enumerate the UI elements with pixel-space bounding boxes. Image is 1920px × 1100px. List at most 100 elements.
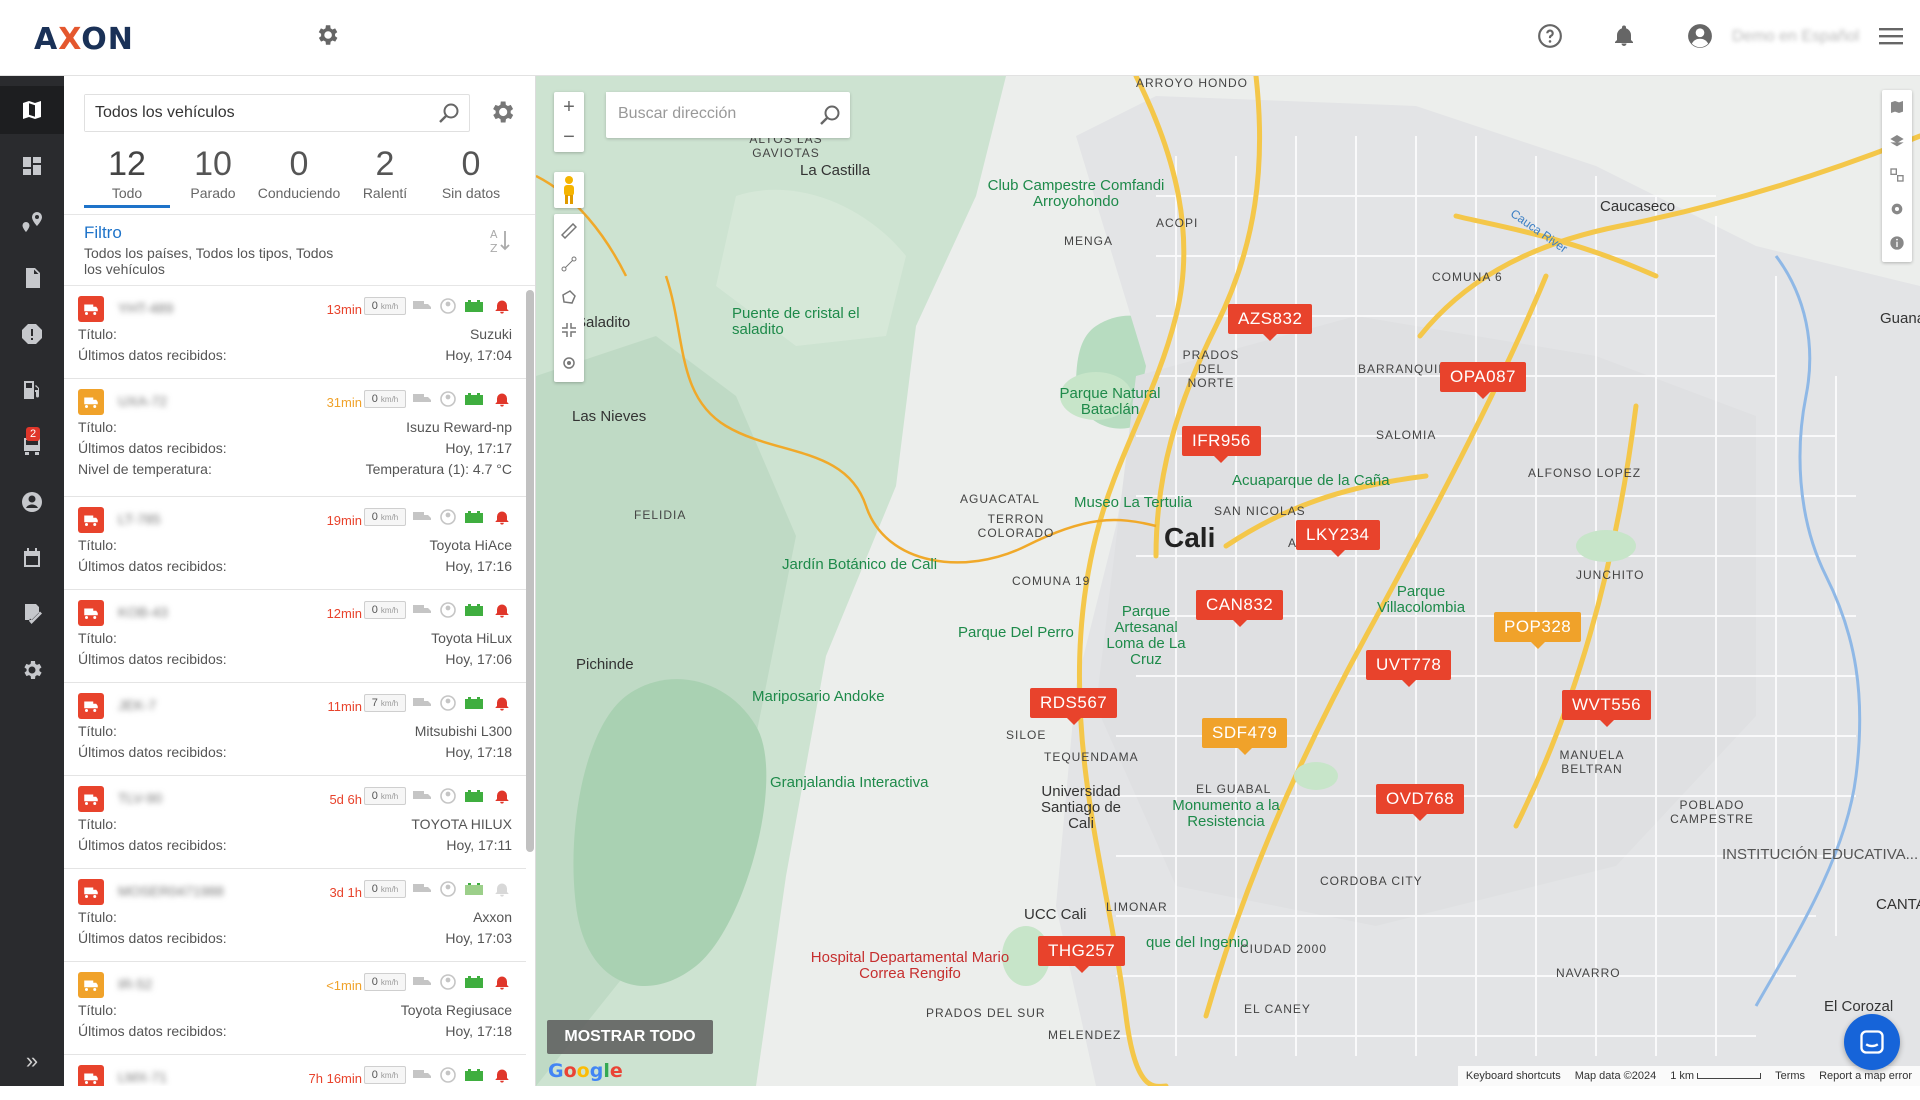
map-label: MENGA <box>1064 234 1114 248</box>
vehicle-list-item[interactable]: JEK-7 11min 7 km/h Título: Mitsubishi L300 Úl… <box>64 683 526 776</box>
vehicle-marker[interactable]: AZS832 <box>1228 304 1313 341</box>
vehicle-marker[interactable]: POP328 <box>1494 612 1582 649</box>
ruler-icon[interactable] <box>554 214 584 247</box>
show-all-button[interactable]: MOSTRAR TODO <box>547 1020 713 1054</box>
vehicle-marker[interactable]: CAN832 <box>1196 590 1284 627</box>
search-icon[interactable] <box>437 101 461 125</box>
route-icon[interactable] <box>554 247 584 280</box>
collapse-icon[interactable] <box>554 313 584 346</box>
expand-nav-chevrons-icon[interactable]: » <box>0 1037 64 1085</box>
vehicle-list-item[interactable]: YHT-489 13min 0 km/h Título: Suzuki Últimos d… <box>64 286 526 379</box>
field-label: Nivel de temperatura: <box>78 461 212 477</box>
chat-support-button[interactable] <box>1844 1014 1900 1070</box>
list-settings-gear-icon[interactable] <box>488 98 516 126</box>
nav-alerts-icon[interactable] <box>0 310 64 358</box>
vehicle-list-item[interactable]: LT-785 19min 0 km/h Título: Toyota HiAce Últi… <box>64 497 526 590</box>
address-search-input[interactable] <box>606 92 806 136</box>
field-value: Mitsubishi L300 <box>414 723 512 739</box>
vehicle-list-item[interactable]: IR-52 <1min 0 km/h Título: Toyota Regiusace Ú… <box>64 962 526 1055</box>
map-label: ACOPI <box>1156 216 1199 230</box>
vehicle-list-item[interactable]: MOSER0471988 3d 1h 0 km/h Título: Axxon Últim… <box>64 869 526 962</box>
zoom-in-icon[interactable]: + <box>554 92 584 122</box>
scale-bar[interactable]: 1 km <box>1670 1070 1762 1082</box>
alarm-bell-icon <box>495 300 509 314</box>
nav-tasks-icon[interactable] <box>0 590 64 638</box>
vehicle-marker[interactable]: IFR956 <box>1182 426 1261 463</box>
vehicle-marker[interactable]: WVT556 <box>1562 690 1652 727</box>
nav-map-icon[interactable] <box>0 86 64 134</box>
list-scrollbar[interactable] <box>526 290 534 852</box>
map-label: COMUNA 19 <box>1012 574 1091 588</box>
nav-reports-icon[interactable] <box>0 254 64 302</box>
report-error-link[interactable]: Report a map error <box>1819 1070 1912 1082</box>
search-icon[interactable] <box>818 103 842 127</box>
vehicle-marker[interactable]: OPA087 <box>1440 362 1527 399</box>
terms-link[interactable]: Terms <box>1775 1070 1805 1082</box>
nav-drivers-icon[interactable] <box>0 478 64 526</box>
field-value: Axxon <box>473 909 512 925</box>
field-value: Hoy, 17:18 <box>445 1023 512 1039</box>
map-settings-gear-icon[interactable] <box>1882 192 1912 226</box>
clusters-icon[interactable] <box>1882 158 1912 192</box>
notifications-bell-icon[interactable] <box>1608 20 1640 52</box>
map-label: Saladito <box>576 314 631 331</box>
status-duration: 11min <box>327 699 362 714</box>
battery-status-icon <box>465 393 483 405</box>
zoom-out-icon[interactable]: − <box>554 122 584 152</box>
map-label: ALFONSO LOPEZ <box>1528 466 1642 480</box>
vehicle-search-input[interactable] <box>85 95 415 131</box>
nav-geozones-icon[interactable] <box>0 198 64 246</box>
vehicle-list-item[interactable]: KOB-43 12min 0 km/h Título: Toyota HiLux Últi… <box>64 590 526 683</box>
street-view-pegman-icon[interactable] <box>554 172 584 208</box>
vehicle-marker[interactable]: UVT778 <box>1366 650 1452 687</box>
map-type-icon[interactable] <box>1882 90 1912 124</box>
nav-calendar-icon[interactable] <box>0 534 64 582</box>
axxon-logo[interactable]: AXON <box>34 22 134 57</box>
vehicle-marker[interactable]: RDS567 <box>1030 688 1118 725</box>
vehicle-marker[interactable]: SDF479 <box>1202 718 1288 755</box>
map-label: que del Ingenio <box>1146 934 1249 951</box>
keyboard-shortcuts-link[interactable]: Keyboard shortcuts <box>1466 1070 1561 1082</box>
field-label: Título: <box>78 537 117 553</box>
field-label: Título: <box>78 723 117 739</box>
help-icon[interactable] <box>1534 20 1566 52</box>
field-value: Hoy, 17:03 <box>445 930 512 946</box>
nav-dashboard-icon[interactable] <box>0 142 64 190</box>
status-duration: 12min <box>326 606 362 621</box>
vehicle-marker[interactable]: THG257 <box>1038 936 1126 973</box>
vehicle-plate: LMX-71 <box>118 1069 168 1085</box>
truck-status-icon <box>413 301 431 309</box>
tab-todo[interactable]: 12 Todo <box>84 144 170 208</box>
menu-hamburger-icon[interactable] <box>1874 20 1908 52</box>
filter-link[interactable]: Filtro <box>84 223 122 243</box>
sort-az-icon[interactable]: AZ <box>488 227 512 255</box>
tab-conduciendo[interactable]: 0 Conduciendo <box>256 144 342 208</box>
vehicle-plate: LT-785 <box>118 511 161 527</box>
vehicle-list-item[interactable]: TLV-90 5d 6h 0 km/h Título: TOYOTA HILUX Últi… <box>64 776 526 869</box>
info-icon[interactable] <box>1882 226 1912 260</box>
vehicle-marker[interactable]: LKY234 <box>1296 520 1380 557</box>
nav-settings-icon[interactable] <box>0 646 64 694</box>
tab-parado[interactable]: 10 Parado <box>170 144 256 208</box>
polygon-icon[interactable] <box>554 280 584 313</box>
map-label: FELIDIA <box>634 508 687 522</box>
vehicle-marker[interactable]: OVD768 <box>1376 784 1465 821</box>
user-name[interactable]: Demo en Español <box>1732 28 1859 46</box>
locate-icon[interactable] <box>554 346 584 379</box>
user-avatar-icon[interactable] <box>1684 20 1716 52</box>
address-search[interactable] <box>606 92 850 138</box>
speed-badge: 0 km/h <box>364 390 406 408</box>
vehicle-list-item[interactable]: UXA-72 31min 0 km/h Título: Isuzu Reward-np Ú… <box>64 379 526 497</box>
vehicle-search[interactable] <box>84 94 470 132</box>
nav-vehicles-icon[interactable]: 2 <box>0 422 64 470</box>
map-view[interactable]: ARROYO HONDO ALTOS LAS GAVIOTAS La Casti… <box>536 76 1920 1086</box>
map-label: Museo La Tertulia <box>1074 494 1193 511</box>
nav-fuel-icon[interactable] <box>0 366 64 414</box>
map-label: MELENDEZ <box>1048 1028 1122 1042</box>
settings-gear-icon[interactable] <box>314 22 340 48</box>
layers-icon[interactable] <box>1882 124 1912 158</box>
tab-sin-datos[interactable]: 0 Sin datos <box>428 144 514 208</box>
map-label: JUNCHITO <box>1576 568 1645 582</box>
tab-ralenti[interactable]: 2 Ralentí <box>342 144 428 208</box>
vehicle-list-item[interactable]: LMX-71 7h 16min 0 km/h <box>64 1055 526 1086</box>
